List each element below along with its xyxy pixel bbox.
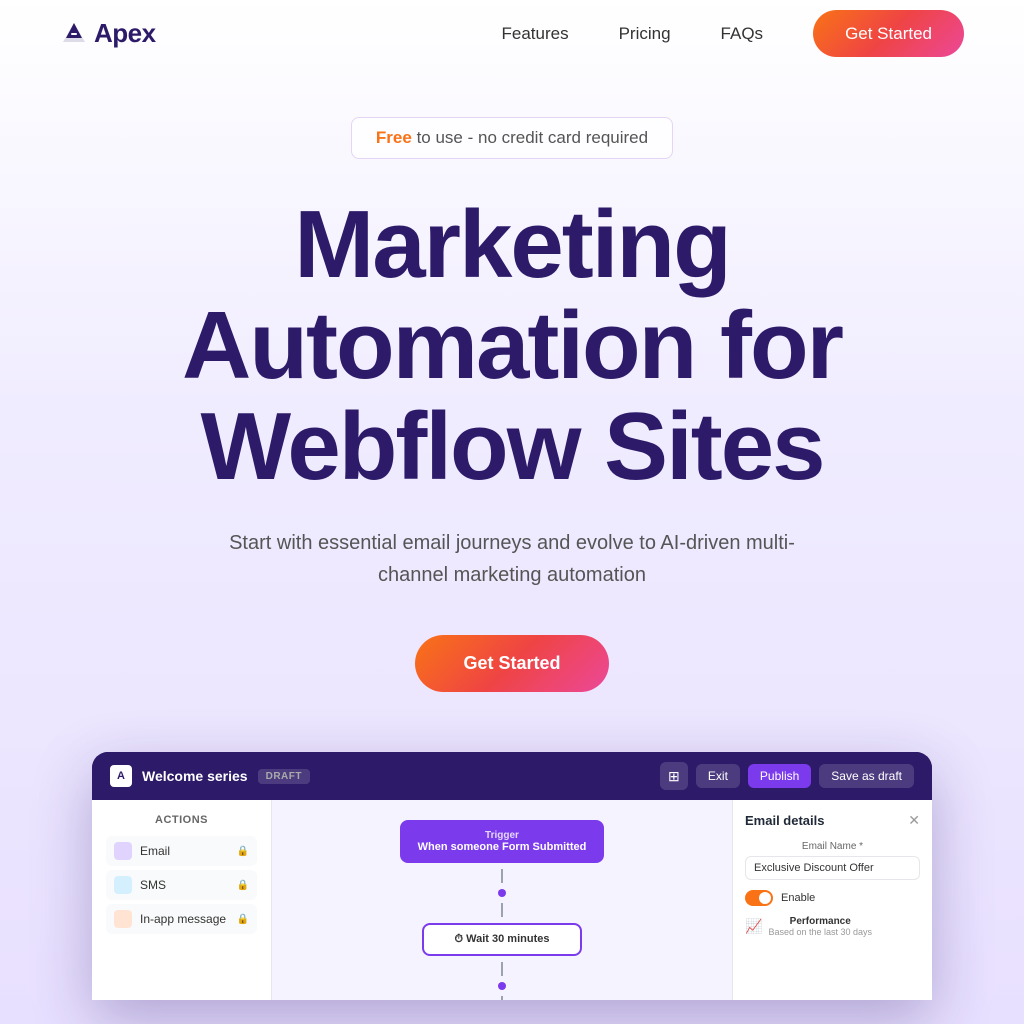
email-icon <box>114 842 132 860</box>
nav-cta-button[interactable]: Get Started <box>813 10 964 57</box>
app-sidebar: Actions Email 🔒 SMS 🔒 <box>92 800 272 1000</box>
app-topbar-left: A Welcome series DRAFT <box>110 765 310 787</box>
lock-icon-inapp: 🔒 <box>237 914 249 925</box>
toggle-switch[interactable] <box>745 890 773 906</box>
app-canvas: Trigger When someone Form Submitted ⏱ Wa… <box>272 800 732 1000</box>
flow-dot-1 <box>498 889 506 897</box>
navbar: Apex Features Pricing FAQs Get Started <box>0 0 1024 67</box>
app-icon-btn-grid[interactable]: ⊞ <box>660 762 688 790</box>
app-panel: Email details ✕ Email Name * Enable 📈 <box>732 800 932 1000</box>
hero-cta-button[interactable]: Get Started <box>415 635 608 692</box>
flow-node-wait[interactable]: ⏱ Wait 30 minutes <box>422 923 582 956</box>
app-save-draft-button[interactable]: Save as draft <box>819 764 914 788</box>
app-topbar: A Welcome series DRAFT ⊞ Exit Publish Sa… <box>92 752 932 800</box>
app-logo-icon: A <box>110 765 132 787</box>
logo-text: Apex <box>94 18 156 49</box>
app-exit-button[interactable]: Exit <box>696 764 740 788</box>
flow-connector-3 <box>501 962 503 976</box>
wait-label: ⏱ Wait 30 minutes <box>455 933 550 945</box>
app-body: Actions Email 🔒 SMS 🔒 <box>92 800 932 1000</box>
app-screenshot: A Welcome series DRAFT ⊞ Exit Publish Sa… <box>92 752 932 1000</box>
toggle-label: Enable <box>781 892 815 904</box>
flow-node-trigger[interactable]: Trigger When someone Form Submitted <box>400 820 605 863</box>
app-title: Welcome series <box>142 768 248 784</box>
hero-title-line3: Webflow Sites <box>201 393 824 500</box>
app-publish-button[interactable]: Publish <box>748 764 811 788</box>
action-item-inapp[interactable]: In-app message 🔒 <box>106 904 257 934</box>
hero-subtitle: Start with essential email journeys and … <box>212 527 812 591</box>
performance-subtitle: Based on the last 30 days <box>768 927 872 937</box>
nav-pricing[interactable]: Pricing <box>619 24 671 43</box>
hero-section: Free to use - no credit card required Ma… <box>0 67 1024 1000</box>
toggle-knob <box>759 892 771 904</box>
sidebar-section-title: Actions <box>106 814 257 826</box>
badge-rest-text: to use - no credit card required <box>412 128 648 147</box>
flow-connector-4 <box>501 996 503 1000</box>
panel-email-name-label: Email Name * <box>745 841 920 852</box>
lock-icon-sms: 🔒 <box>237 880 249 891</box>
trigger-subtitle: When someone Form Submitted <box>418 841 587 853</box>
lock-icon-email: 🔒 <box>237 846 249 857</box>
performance-icon: 📈 <box>745 918 762 935</box>
panel-title: Email details <box>745 813 824 828</box>
action-item-sms[interactable]: SMS 🔒 <box>106 870 257 900</box>
performance-title: Performance <box>768 916 872 927</box>
panel-performance: 📈 Performance Based on the last 30 days <box>745 916 920 937</box>
panel-email-name-input[interactable] <box>745 856 920 880</box>
flow-diagram: Trigger When someone Form Submitted ⏱ Wa… <box>400 820 605 1000</box>
action-inapp-label: In-app message <box>140 912 226 926</box>
panel-close-button[interactable]: ✕ <box>908 812 920 829</box>
hero-title: Marketing Automation for Webflow Sites <box>182 195 842 497</box>
app-topbar-right: ⊞ Exit Publish Save as draft <box>660 762 914 790</box>
logo-link[interactable]: Apex <box>60 18 156 49</box>
action-item-email[interactable]: Email 🔒 <box>106 836 257 866</box>
panel-email-name-field: Email Name * <box>745 841 920 880</box>
trigger-label: Trigger <box>418 830 587 841</box>
action-sms-label: SMS <box>140 878 166 892</box>
free-badge: Free to use - no credit card required <box>351 117 673 159</box>
badge-free-word: Free <box>376 128 412 147</box>
flow-connector-2 <box>501 903 503 917</box>
hero-title-line1: Marketing <box>294 191 729 298</box>
nav-features[interactable]: Features <box>501 24 568 43</box>
nav-faqs[interactable]: FAQs <box>721 24 764 43</box>
logo-icon <box>60 20 88 48</box>
inapp-icon <box>114 910 132 928</box>
action-email-label: Email <box>140 844 170 858</box>
hero-title-line2: Automation for <box>182 292 842 399</box>
sms-icon <box>114 876 132 894</box>
panel-header: Email details ✕ <box>745 812 920 829</box>
flow-connector-1 <box>501 869 503 883</box>
nav-links: Features Pricing FAQs Get Started <box>501 24 964 44</box>
panel-enable-toggle[interactable]: Enable <box>745 890 920 906</box>
flow-dot-2 <box>498 982 506 990</box>
draft-badge: DRAFT <box>258 769 310 784</box>
